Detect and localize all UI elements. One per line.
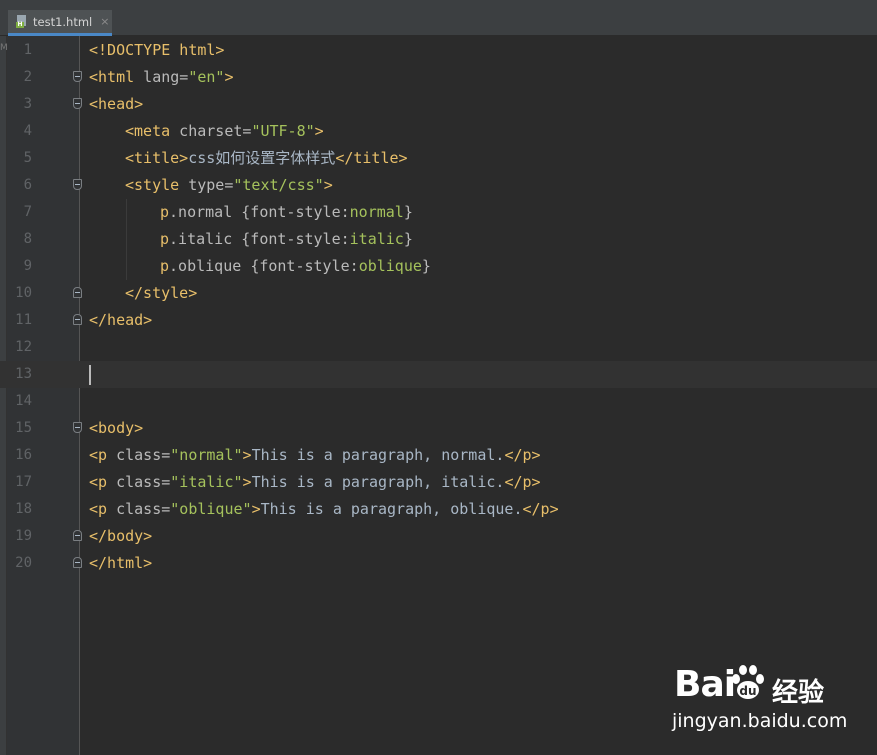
code-line[interactable]: 6 <style type="text/css"> <box>0 172 877 199</box>
line-number: 9 <box>23 258 32 274</box>
code-line[interactable]: 18 <p class="oblique">This is a paragrap… <box>0 496 877 523</box>
text-caret <box>89 365 91 385</box>
fold-toggle-icon[interactable] <box>73 557 82 568</box>
code-line[interactable]: 7 p.normal {font-style:normal} <box>0 199 877 226</box>
code-line[interactable]: 10 </style> <box>0 280 877 307</box>
code-line[interactable]: 3 <head> <box>0 91 877 118</box>
line-number: 1 <box>23 42 32 58</box>
code-line[interactable]: 8 p.italic {font-style:italic} <box>0 226 877 253</box>
line-number: 20 <box>15 555 32 571</box>
code-line[interactable]: 2 <html lang="en"> <box>0 64 877 91</box>
code-line[interactable]: 11 </head> <box>0 307 877 334</box>
fold-toggle-icon[interactable] <box>73 179 82 190</box>
line-number: 7 <box>23 204 32 220</box>
indent-guide <box>126 226 127 253</box>
code-line[interactable]: 14 <box>0 388 877 415</box>
line-number: 17 <box>15 474 32 490</box>
line-number: 16 <box>15 447 32 463</box>
line-number: 2 <box>23 69 32 85</box>
indent-guide <box>126 199 127 226</box>
baidu-paw-icon: du <box>732 665 764 699</box>
line-number: 14 <box>15 393 32 409</box>
fold-toggle-icon[interactable] <box>73 71 82 82</box>
line-number: 18 <box>15 501 32 517</box>
line-number: 6 <box>23 177 32 193</box>
code-line[interactable]: 9 p.oblique {font-style:oblique} <box>0 253 877 280</box>
svg-text:du: du <box>739 684 756 698</box>
code-line[interactable]: 19 </body> <box>0 523 877 550</box>
line-number: 12 <box>15 339 32 355</box>
code-line[interactable]: 4 <meta charset="UTF-8"> <box>0 118 877 145</box>
doctype: <!DOCTYPE html> <box>89 41 225 59</box>
code-line[interactable]: 5 <title>css如何设置字体样式</title> <box>0 145 877 172</box>
line-number: 4 <box>23 123 32 139</box>
line-number: 10 <box>15 285 32 301</box>
line-number: 3 <box>23 96 32 112</box>
html-file-icon: H <box>16 15 28 28</box>
editor-tab-bar: H test1.html × <box>0 10 877 36</box>
code-editor[interactable]: 1 <!DOCTYPE html> 2 <html lang="en"> 3 <… <box>0 37 877 577</box>
tab-test1-html[interactable]: H test1.html × <box>8 10 112 36</box>
watermark-logo-text: Bai <box>674 664 736 705</box>
line-number: 13 <box>15 366 32 382</box>
fold-toggle-icon[interactable] <box>73 98 82 109</box>
line-number: 8 <box>23 231 32 247</box>
indent-guide <box>126 253 127 280</box>
code-line[interactable]: 16 <p class="normal">This is a paragraph… <box>0 442 877 469</box>
code-line[interactable]: 1 <!DOCTYPE html> <box>0 37 877 64</box>
line-number: 15 <box>15 420 32 436</box>
watermark-product: 经验 <box>772 678 825 708</box>
fold-toggle-icon[interactable] <box>73 530 82 541</box>
code-line[interactable]: 12 <box>0 334 877 361</box>
line-number: 11 <box>15 312 32 328</box>
fold-toggle-icon[interactable] <box>73 287 82 298</box>
line-number: 5 <box>23 150 32 166</box>
current-code-line[interactable]: 13 <box>0 361 877 388</box>
watermark-url: jingyan.baidu.com <box>672 710 848 732</box>
close-icon[interactable]: × <box>100 15 109 28</box>
fold-toggle-icon[interactable] <box>73 314 82 325</box>
line-number: 19 <box>15 528 32 544</box>
fold-toggle-icon[interactable] <box>73 422 82 433</box>
code-line[interactable]: 15 <body> <box>0 415 877 442</box>
baidu-jingyan-watermark: Bai du 经验 jingyan.baidu.com <box>672 664 847 736</box>
window-top-bar <box>0 0 877 10</box>
code-line[interactable]: 20 </html> <box>0 550 877 577</box>
code-line[interactable]: 17 <p class="italic">This is a paragraph… <box>0 469 877 496</box>
tab-title: test1.html <box>33 14 93 29</box>
